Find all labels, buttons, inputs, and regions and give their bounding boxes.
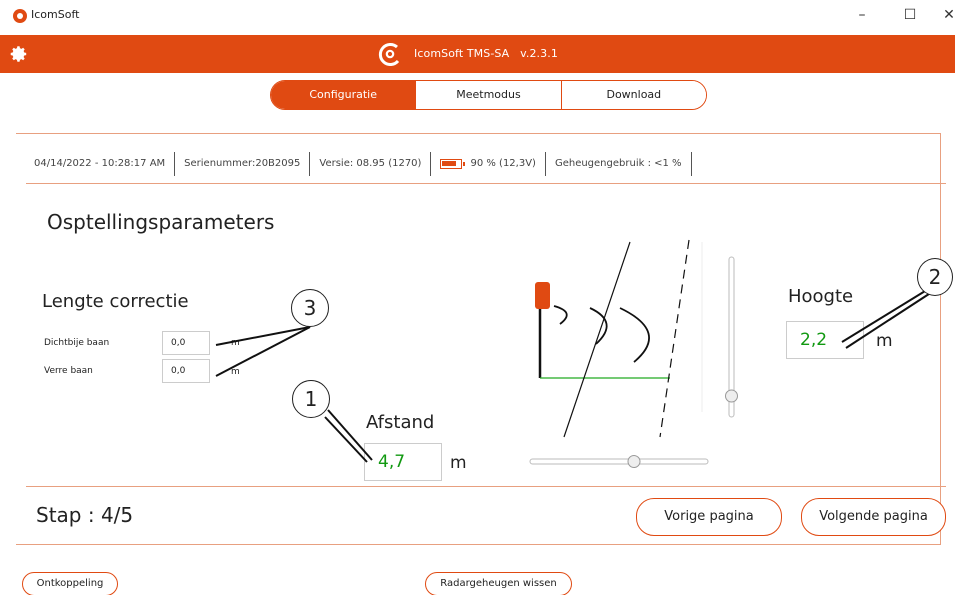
maximize-button[interactable]: ☐ (896, 4, 924, 26)
tab-meetmodus[interactable]: Meetmodus (415, 81, 561, 109)
hoogte-input[interactable]: 2,2 (786, 321, 864, 359)
status-datetime: 04/14/2022 - 10:28:17 AM (26, 152, 176, 176)
settings-gear-icon[interactable] (10, 45, 28, 63)
radar-wave-3 (619, 307, 650, 363)
callout-1: 1 (292, 380, 330, 418)
disconnect-button[interactable]: Ontkoppeling (22, 572, 118, 595)
status-battery: 90 % (12,3V) (470, 158, 536, 169)
window-title: IcomSoft (31, 8, 80, 21)
hoogte-unit: m (876, 331, 893, 351)
previous-page-button[interactable]: Vorige pagina (636, 498, 782, 536)
lengte-correctie-title: Lengte correctie (42, 291, 189, 312)
radar-wave-1 (553, 305, 568, 325)
app-version: v.2.3.1 (520, 47, 558, 60)
afstand-input[interactable]: 4,7 (364, 443, 442, 481)
near-lane-input[interactable]: 0,0 (162, 331, 210, 355)
status-divider (26, 183, 946, 184)
afstand-unit: m (450, 453, 467, 473)
battery-icon (440, 159, 466, 169)
status-serial: Serienummer:20B2095 (175, 152, 311, 176)
close-button[interactable]: ✕ (935, 4, 955, 26)
tab-download[interactable]: Download (560, 81, 706, 109)
callout-2: 2 (917, 258, 953, 296)
near-lane-unit: m (231, 338, 240, 348)
radar-setup-diagram (529, 239, 738, 468)
clear-radar-memory-button[interactable]: Radargeheugen wissen (425, 572, 572, 595)
step-indicator: Stap : 4/5 (36, 503, 134, 527)
device-status-bar: 04/14/2022 - 10:28:17 AM Serienummer:20B… (26, 152, 692, 176)
near-lane-label: Dichtbije baan (44, 338, 110, 348)
icomsoft-brand-icon (378, 43, 400, 66)
next-page-button[interactable]: Volgende pagina (801, 498, 946, 536)
app-name: IcomSoft TMS-SA (414, 47, 510, 60)
footer-divider (26, 486, 946, 487)
status-memory: Geheugengebruik : <1 % (546, 152, 692, 176)
far-lane-input[interactable]: 0,0 (162, 359, 210, 383)
far-lane-line (659, 239, 690, 438)
window-titlebar: IcomSoft – ☐ ✕ (0, 0, 955, 35)
height-slider-thumb[interactable] (725, 389, 738, 403)
distance-slider-track[interactable] (529, 458, 709, 465)
app-header: IcomSoft TMS-SA v.2.3.1 (0, 35, 955, 73)
afstand-label: Afstand (366, 412, 435, 433)
tab-configuratie[interactable]: Configuratie (271, 81, 416, 109)
radar-wave-2 (589, 307, 608, 345)
far-lane-label: Verre baan (44, 366, 93, 376)
app-name-version: IcomSoft TMS-SA v.2.3.1 (414, 47, 558, 60)
near-lane-line (563, 241, 631, 438)
radar-device-icon (535, 282, 550, 309)
mode-tabs: Configuratie Meetmodus Download (270, 80, 707, 110)
far-lane-unit: m (231, 367, 240, 377)
page-title: Osptellingsparameters (47, 210, 275, 234)
status-battery-group: 90 % (12,3V) (431, 152, 546, 176)
app-logo-icon (13, 9, 27, 23)
hoogte-label: Hoogte (788, 286, 854, 307)
minimize-button[interactable]: – (848, 4, 876, 26)
callout-3: 3 (291, 289, 329, 327)
distance-slider-thumb[interactable] (627, 455, 641, 468)
status-version: Versie: 08.95 (1270) (310, 152, 432, 176)
